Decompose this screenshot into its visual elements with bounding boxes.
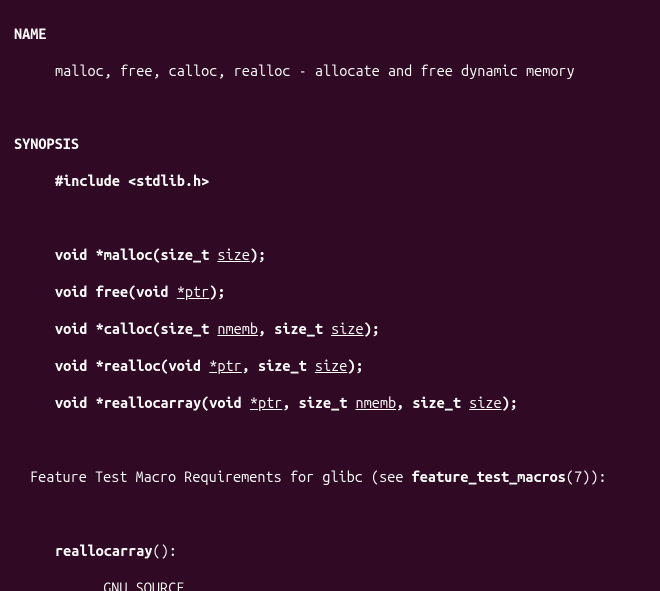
synopsis-free: void free(void *ptr); — [0, 283, 660, 302]
man-page-content: NAME malloc, free, calloc, realloc - all… — [0, 0, 660, 591]
synopsis-reallocarray: void *reallocarray(void *ptr, size_t nme… — [0, 394, 660, 413]
synopsis-realloc: void *realloc(void *ptr, size_t size); — [0, 357, 660, 376]
reallocarray-requirement: reallocarray(): — [0, 542, 660, 561]
gnu-source: _GNU_SOURCE — [0, 579, 660, 591]
synopsis-calloc: void *calloc(size_t nmemb, size_t size); — [0, 320, 660, 339]
name-line: malloc, free, calloc, realloc - allocate… — [0, 62, 660, 81]
synopsis-malloc: void *malloc(size_t size); — [0, 246, 660, 265]
include-directive: #include <stdlib.h> — [0, 172, 660, 191]
section-header-name: NAME — [0, 25, 660, 44]
section-header-synopsis: SYNOPSIS — [0, 135, 660, 154]
feature-test-intro: Feature Test Macro Requirements for glib… — [0, 468, 660, 487]
